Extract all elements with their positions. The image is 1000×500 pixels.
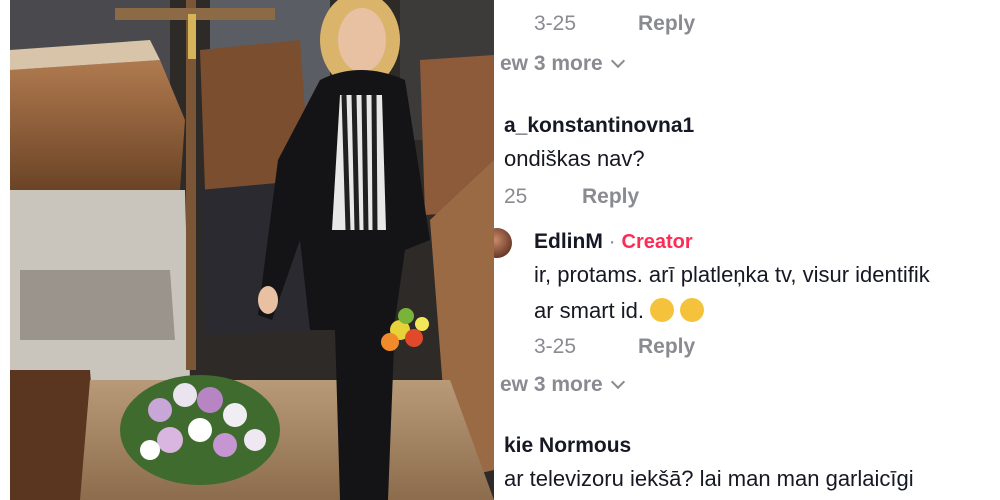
view-more-replies-button[interactable]: ew 3 more [500, 373, 625, 397]
comment-text: ar smart id. [534, 298, 645, 323]
reply-button[interactable]: Reply [582, 185, 639, 209]
reply-button[interactable]: Reply [638, 335, 695, 359]
reply-button[interactable]: Reply [638, 12, 695, 36]
winking-emoji-icon [680, 298, 705, 322]
view-more-label: ew 3 more [500, 52, 603, 75]
comment-date: 3-25 [534, 12, 577, 35]
view-more-label: ew 3 more [500, 373, 603, 396]
video-scene [10, 0, 494, 500]
comment-username[interactable]: a_konstantinovna1 [504, 114, 694, 138]
comment-text-line-2: ar smart id. [534, 294, 705, 324]
creator-badge: Creator [621, 231, 693, 253]
comment-text: ondiškas nav? [504, 146, 645, 171]
comment-date: 3-25 [534, 335, 577, 358]
comment-date: 25 [504, 185, 528, 208]
username-separator: · [602, 230, 622, 253]
avatar[interactable] [494, 228, 512, 258]
comment-panel: 3-25 Reply ew 3 more a_konstantinovna1 o… [494, 0, 1000, 500]
chevron-down-icon [610, 53, 625, 69]
view-more-replies-button[interactable]: ew 3 more [500, 52, 625, 76]
comment-header: EdlinM · Creator [534, 230, 693, 254]
chevron-down-icon [610, 374, 625, 390]
comment-username[interactable]: EdlinM [534, 230, 603, 253]
comment-username[interactable]: kie Normous [504, 434, 631, 458]
grinning-sweat-emoji-icon [650, 298, 675, 322]
video-frame[interactable] [10, 0, 494, 500]
comment-text-line-1: ir, protams. arī platleņka tv, visur ide… [534, 262, 930, 287]
comment-text: ar televizoru iekšā? lai man man garlaic… [504, 466, 914, 491]
